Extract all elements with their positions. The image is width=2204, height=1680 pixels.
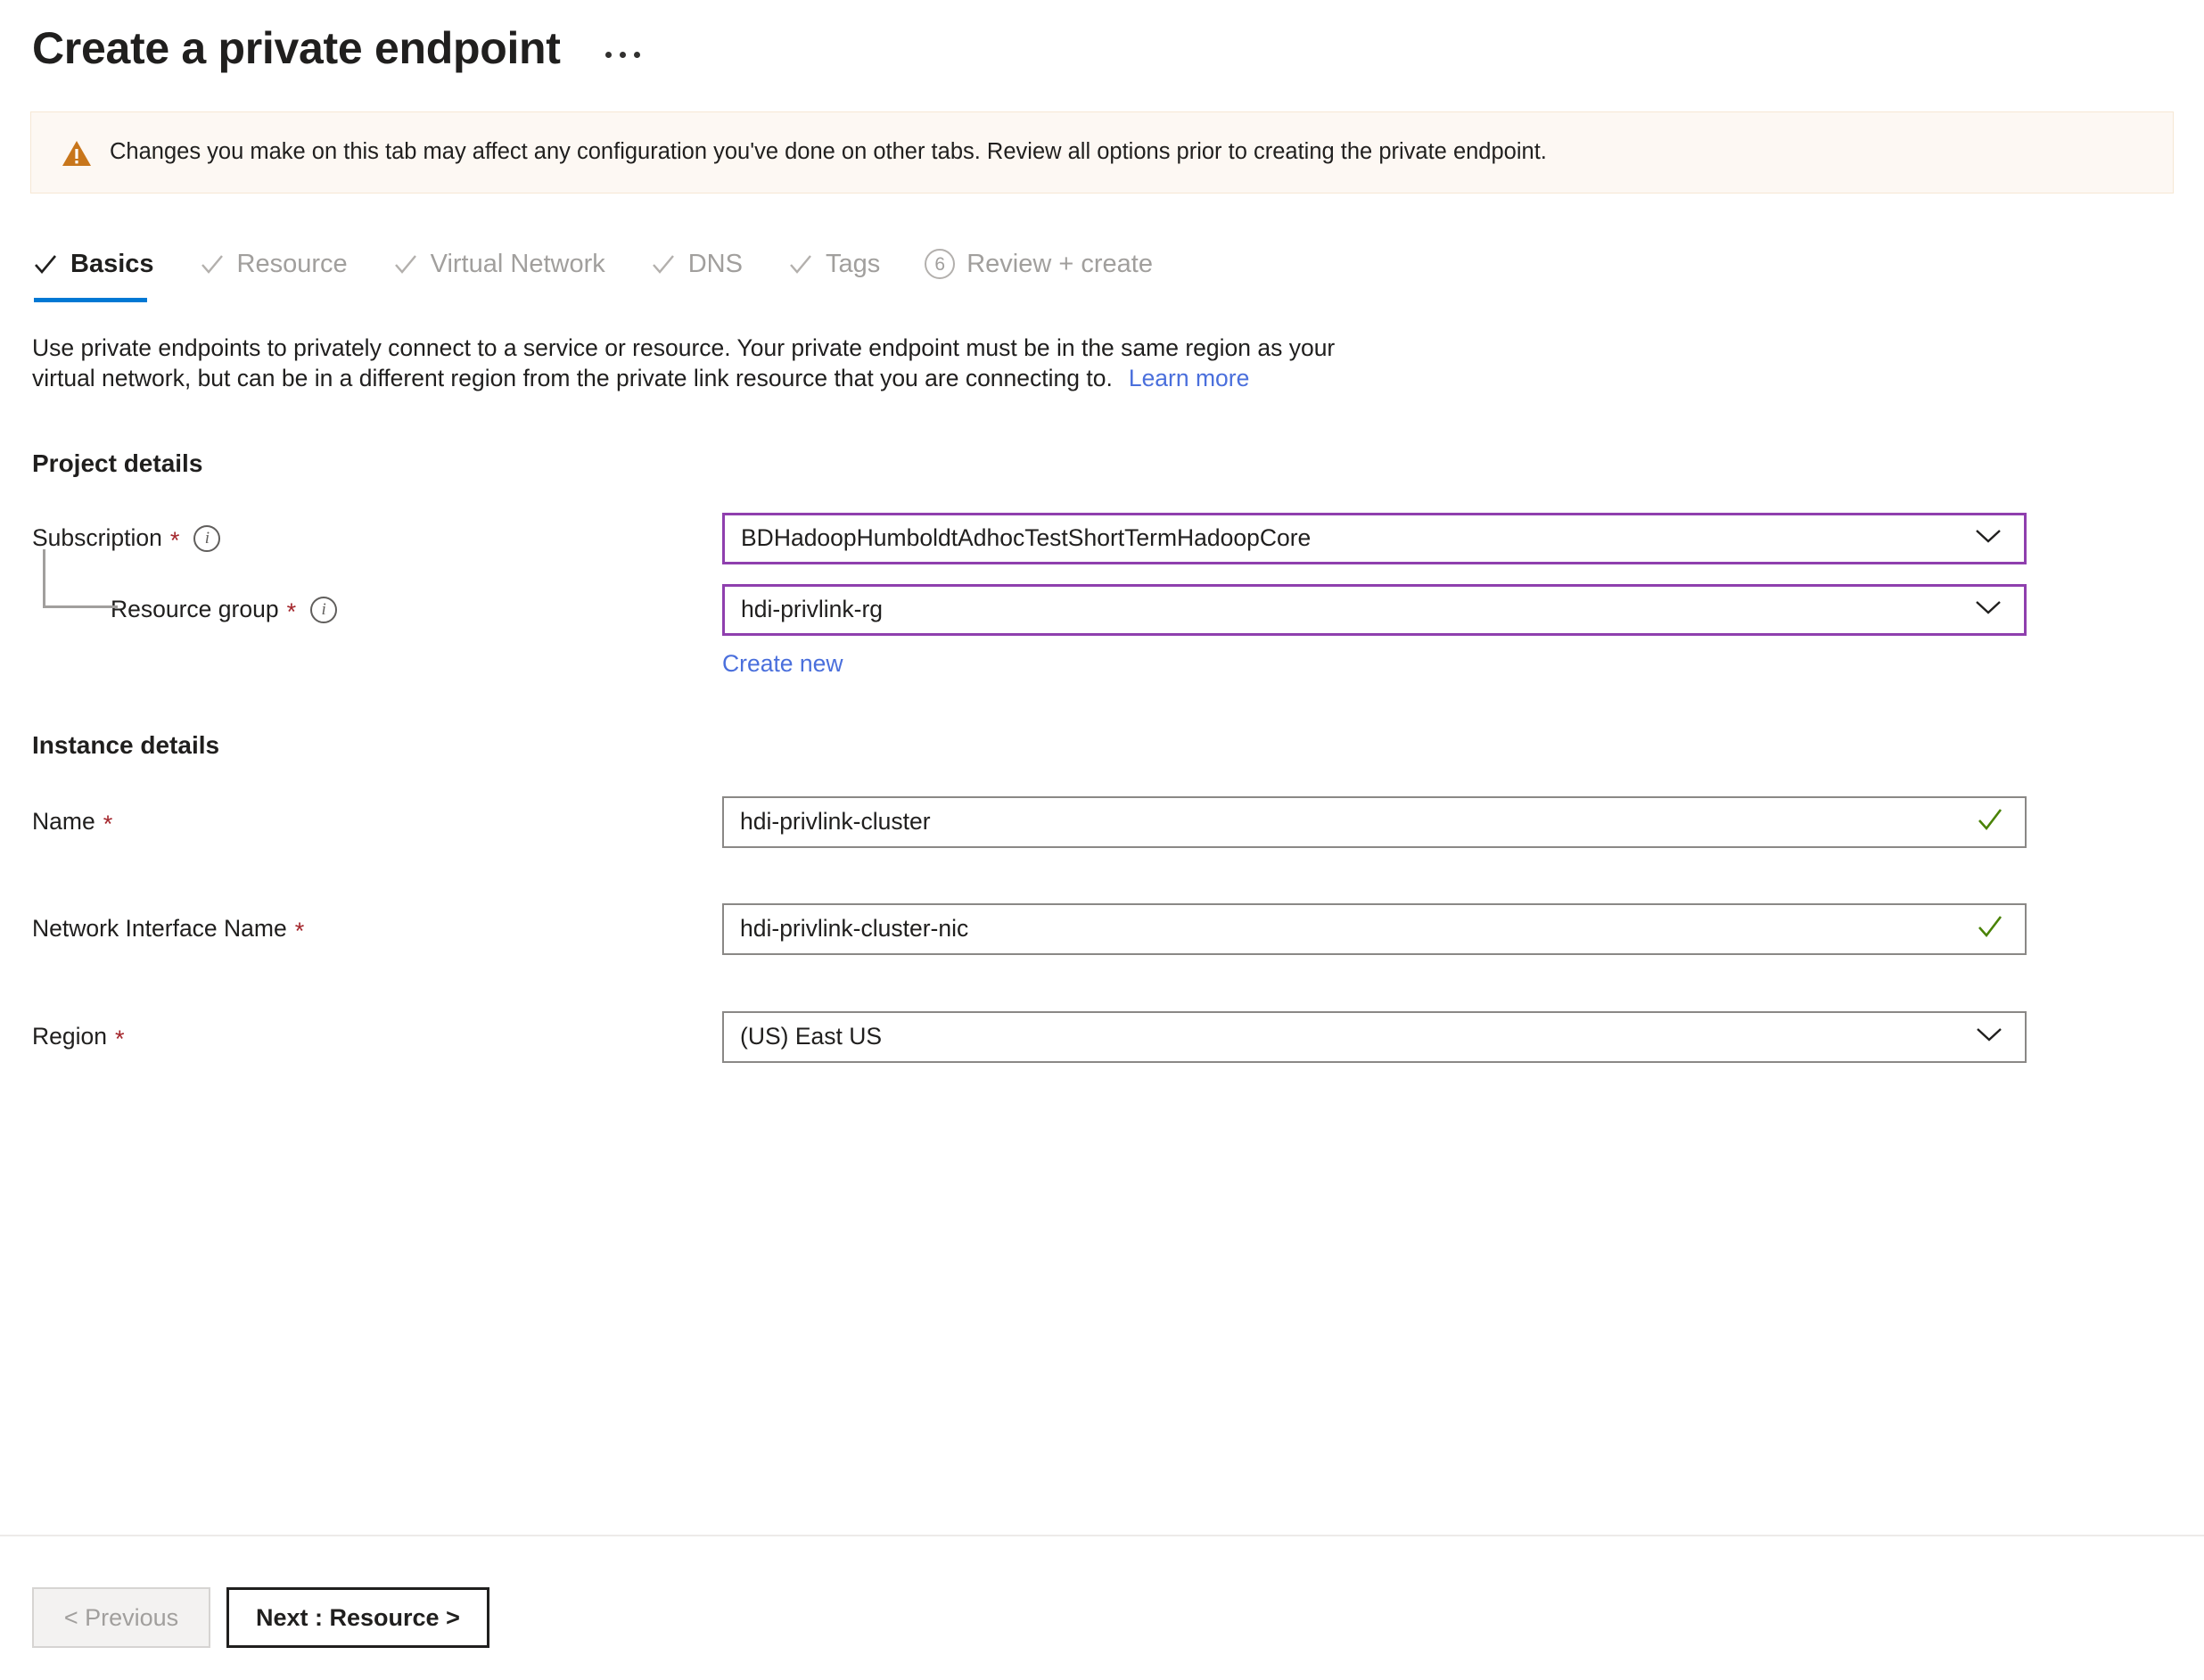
page-title: Create a private endpoint [32, 22, 561, 73]
info-icon[interactable]: i [310, 596, 338, 623]
ellipsis-dot-icon [604, 51, 612, 58]
required-asterisk: * [286, 598, 297, 626]
tab-tags[interactable]: Tags [787, 236, 880, 302]
intro-line-2: virtual network, but can be in a differe… [32, 365, 1113, 392]
tree-connector-line [43, 548, 118, 608]
region-dropdown[interactable]: (US) East US [722, 1010, 2027, 1063]
tab-label: DNS [687, 249, 743, 278]
tab-label: Basics [70, 249, 154, 278]
region-label: Region [32, 1023, 107, 1050]
resource-group-label: Resource group [111, 596, 279, 623]
tab-dns[interactable]: DNS [650, 236, 743, 302]
chevron-down-icon [1974, 527, 2003, 549]
learn-more-link[interactable]: Learn more [1129, 365, 1250, 391]
warning-banner: Changes you make on this tab may affect … [30, 111, 2174, 194]
info-icon[interactable]: i [193, 524, 221, 552]
step-number-badge: 6 [925, 249, 956, 279]
check-icon [650, 251, 677, 277]
footer-divider [0, 1535, 2204, 1536]
more-actions-button[interactable] [602, 46, 644, 63]
required-asterisk: * [103, 811, 113, 838]
subscription-row: Subscription * i BDHadoopHumboldtAdhocTe… [32, 510, 2204, 567]
previous-button[interactable]: < Previous [32, 1587, 210, 1648]
intro-description: Use private endpoints to privately conne… [32, 333, 1949, 394]
page-header: Create a private endpoint [0, 0, 2204, 82]
instance-details-heading: Instance details [32, 730, 220, 759]
network-interface-name-input[interactable]: hdi-privlink-cluster-nic [722, 902, 2027, 955]
valid-check-icon [1977, 914, 2003, 943]
next-resource-button[interactable]: Next : Resource > [226, 1587, 489, 1648]
ellipsis-dot-icon [633, 51, 640, 58]
tab-virtual-network[interactable]: Virtual Network [392, 236, 605, 302]
network-interface-name-label-group: Network Interface Name * [32, 915, 722, 943]
name-input[interactable]: hdi-privlink-cluster [722, 795, 2027, 848]
network-interface-name-row: Network Interface Name * hdi-privlink-cl… [32, 901, 2204, 958]
region-row: Region * (US) East US [32, 1009, 2204, 1066]
active-tab-indicator [34, 298, 147, 302]
name-value: hdi-privlink-cluster [740, 808, 931, 836]
create-new-resource-group-link[interactable]: Create new [722, 650, 843, 678]
step-number: 6 [925, 249, 956, 279]
network-interface-name-value: hdi-privlink-cluster-nic [740, 915, 969, 943]
valid-check-icon [1977, 807, 2003, 836]
chevron-down-icon [1974, 598, 2003, 621]
resource-group-dropdown[interactable]: hdi-privlink-rg [722, 583, 2027, 636]
subscription-label-group: Subscription * i [32, 524, 722, 555]
tab-review-create[interactable]: 6 Review + create [925, 236, 1153, 302]
resource-group-label-group: Resource group * i [32, 596, 722, 626]
chevron-down-icon [1975, 1025, 2003, 1048]
warning-message: Changes you make on this tab may affect … [110, 139, 1547, 165]
tab-label: Review + create [966, 249, 1153, 278]
tab-resource[interactable]: Resource [199, 236, 348, 302]
region-value: (US) East US [740, 1023, 883, 1050]
region-label-group: Region * [32, 1023, 722, 1053]
warning-triangle-icon [62, 138, 92, 169]
name-label-group: Name * [32, 808, 722, 836]
tab-label: Virtual Network [430, 249, 605, 278]
check-icon [392, 251, 419, 277]
wizard-footer: < Previous Next : Resource > [32, 1587, 489, 1648]
tab-label: Resource [236, 249, 348, 278]
required-asterisk: * [114, 1025, 125, 1053]
project-details-heading: Project details [32, 449, 203, 477]
network-interface-name-label: Network Interface Name [32, 915, 287, 943]
tab-basics[interactable]: Basics [32, 236, 154, 302]
check-icon [199, 251, 226, 277]
check-icon [787, 251, 814, 277]
resource-group-row: Resource group * i hdi-privlink-rg [32, 548, 2204, 638]
subscription-label: Subscription [32, 524, 162, 552]
required-asterisk: * [169, 527, 180, 555]
intro-line-1: Use private endpoints to privately conne… [32, 334, 1336, 361]
wizard-tabs: Basics Resource Virtual Network DNS Tags… [32, 236, 2204, 302]
ellipsis-dot-icon [619, 51, 626, 58]
check-icon [32, 251, 59, 277]
name-row: Name * hdi-privlink-cluster [32, 794, 2204, 851]
resource-group-value: hdi-privlink-rg [741, 596, 884, 623]
subscription-dropdown[interactable]: BDHadoopHumboldtAdhocTestShortTermHadoop… [722, 512, 2027, 564]
subscription-value: BDHadoopHumboldtAdhocTestShortTermHadoop… [741, 524, 1312, 552]
name-label: Name [32, 808, 95, 836]
tab-label: Tags [825, 249, 881, 278]
required-asterisk: * [294, 918, 305, 945]
